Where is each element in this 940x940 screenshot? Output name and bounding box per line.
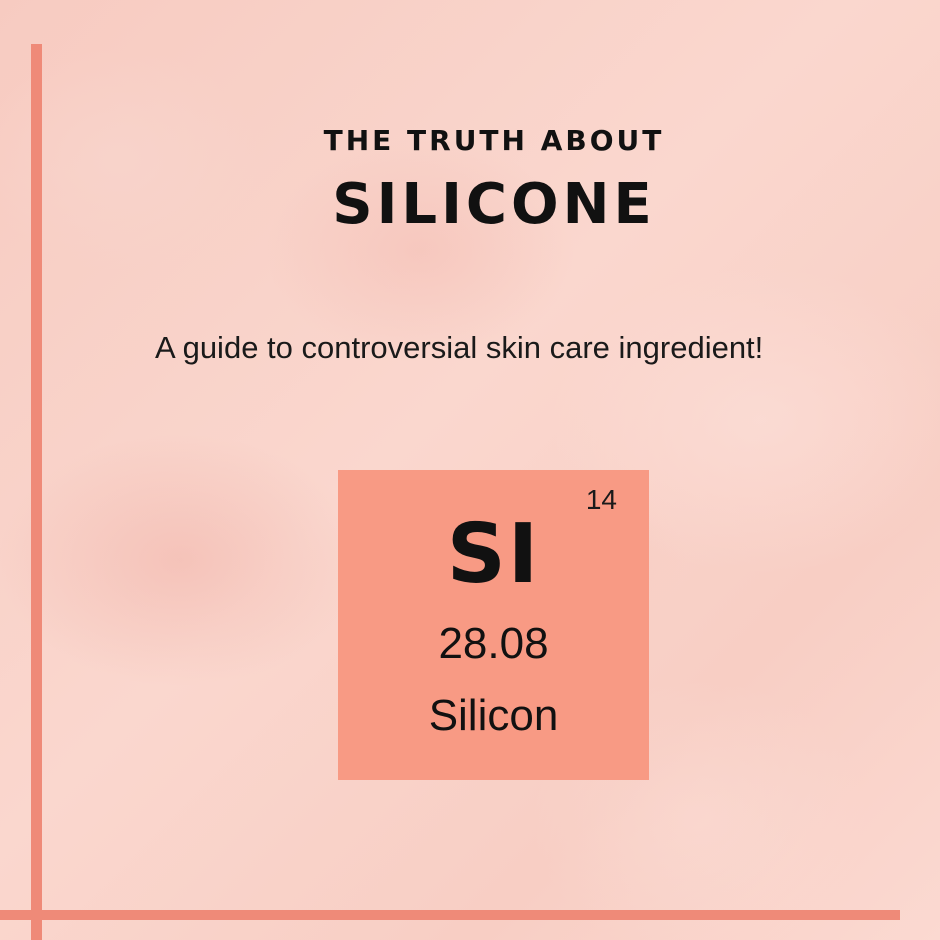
poster-kicker: THE TRUTH ABOUT (323, 124, 665, 157)
poster-subtitle: A guide to controversial skin care ingre… (155, 330, 764, 365)
poster-canvas: THE TRUTH ABOUT SILICONE A guide to cont… (0, 0, 940, 940)
element-name: Silicon (428, 691, 559, 740)
element-symbol: SI (446, 507, 541, 602)
poster-headline: SILICONE (332, 172, 656, 237)
periodic-element-tile: 14 SI 28.08 Silicon (338, 470, 649, 780)
atomic-number: 14 (585, 484, 617, 515)
atomic-mass: 28.08 (438, 619, 549, 668)
frame-line-horizontal (0, 910, 900, 920)
